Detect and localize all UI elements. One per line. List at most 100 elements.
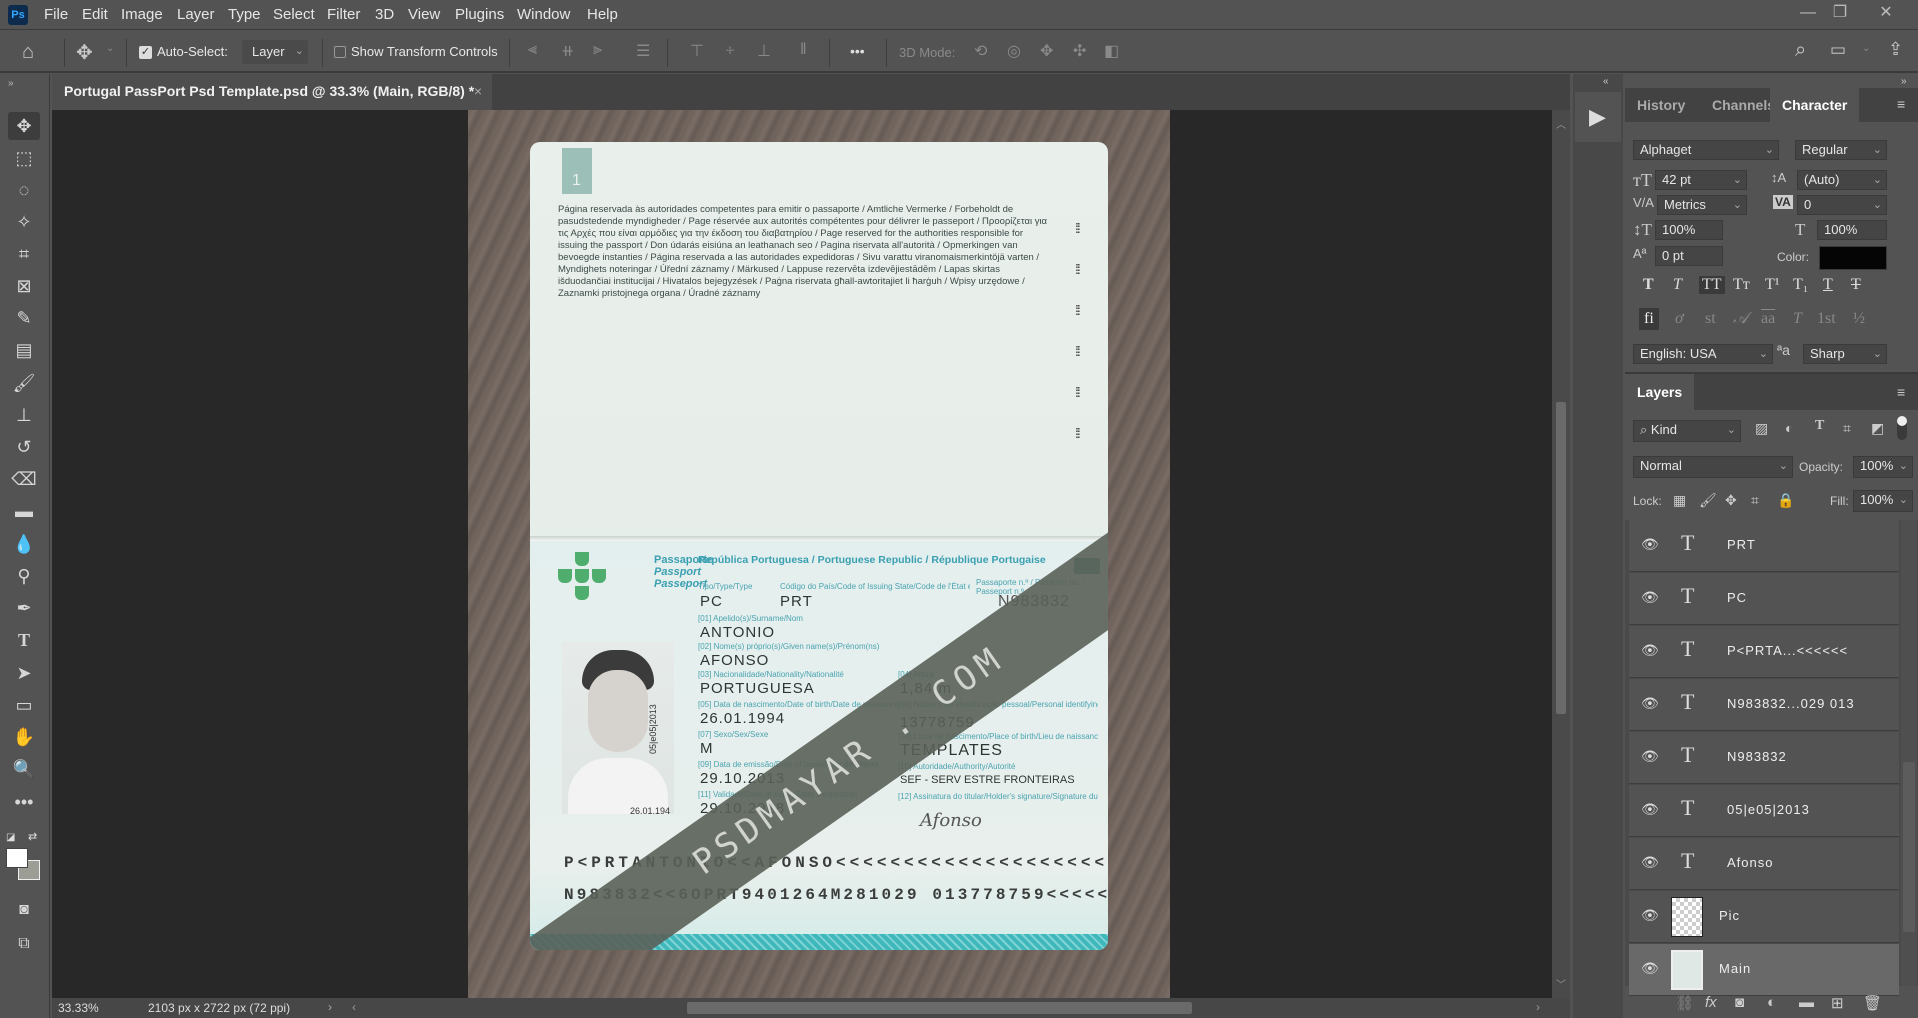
dodge-tool[interactable]: ⚲	[8, 562, 40, 590]
hand-tool[interactable]: ✋	[8, 723, 40, 751]
horizontal-scale-field[interactable]: 100%	[1817, 220, 1887, 240]
panel-menu-icon[interactable]: ≡	[1897, 96, 1905, 112]
font-family-dropdown[interactable]: Alphaget ⌄	[1633, 140, 1779, 160]
horizontal-scrollbar-thumb[interactable]	[687, 1002, 1192, 1014]
distribute-vertical-icon[interactable]: ‖	[800, 41, 807, 59]
history-brush-tool[interactable]: ↺	[8, 433, 40, 461]
swash-button[interactable]: 𝒜	[1733, 310, 1748, 328]
menu-image[interactable]: Image	[121, 6, 163, 23]
baseline-shift-field[interactable]: 0 pt	[1655, 246, 1723, 266]
font-size-field[interactable]: 42 pt ⌄	[1655, 170, 1747, 190]
visibility-eye-icon[interactable]: 👁	[1641, 960, 1659, 977]
path-selection-tool[interactable]: ➤	[8, 659, 40, 687]
small-caps-button[interactable]: Tт	[1733, 276, 1750, 294]
screen-mode-icon[interactable]: ⧉	[8, 930, 40, 958]
filter-smart-object-icon[interactable]: ◩	[1871, 420, 1884, 437]
status-menu-arrow[interactable]: ›	[328, 1000, 332, 1014]
font-style-dropdown[interactable]: Regular ⌄	[1795, 140, 1887, 160]
clone-stamp-tool[interactable]: ⊥	[8, 401, 40, 429]
vertical-scrollbar[interactable]: ︿ ﹀	[1552, 110, 1570, 998]
menu-layer[interactable]: Layer	[177, 6, 215, 23]
filter-pixel-icon[interactable]: ▨	[1755, 420, 1768, 437]
scroll-down-icon[interactable]: ﹀	[1556, 976, 1566, 991]
layer-row[interactable]: 👁 T P<PRTA...<<<<<<	[1629, 626, 1899, 678]
edit-toolbar-button[interactable]: •••	[8, 788, 40, 816]
crop-tool[interactable]: ⌗	[8, 240, 40, 268]
tracking-field[interactable]: 0 ⌄	[1797, 195, 1887, 215]
layer-row[interactable]: 👁 T Afonso	[1629, 838, 1899, 890]
layer-row[interactable]: 👁 T PRT	[1629, 520, 1899, 572]
text-color-swatch[interactable]	[1819, 246, 1887, 270]
menu-select[interactable]: Select	[273, 6, 315, 23]
strikethrough-button[interactable]: T	[1851, 276, 1861, 294]
menu-help[interactable]: Help	[587, 6, 618, 23]
home-icon[interactable]: ⌂	[22, 41, 34, 64]
zoom-level[interactable]: 33.33%	[58, 1001, 99, 1015]
document-tab[interactable]: Portugal PassPort Psd Template.psd @ 33.…	[52, 74, 492, 110]
filter-type-icon[interactable]: T	[1815, 418, 1824, 434]
discretionary-ligature-button[interactable]: ơ	[1675, 310, 1684, 328]
tab-character[interactable]: Character	[1770, 88, 1860, 122]
minimize-button[interactable]: —	[1790, 0, 1826, 26]
menu-edit[interactable]: Edit	[82, 6, 108, 23]
auto-select-checkbox[interactable]: ✓	[139, 46, 152, 59]
frame-tool[interactable]: ⊠	[8, 272, 40, 300]
subscript-button[interactable]: T₁	[1793, 276, 1808, 294]
search-icon[interactable]: ⌕	[1795, 39, 1806, 62]
pen-tool[interactable]: ✒	[8, 594, 40, 622]
antialias-dropdown[interactable]: Sharp ⌄	[1803, 344, 1887, 364]
underline-button[interactable]: T	[1823, 276, 1833, 294]
kerning-field[interactable]: Metrics ⌄	[1657, 195, 1747, 215]
close-tab-icon[interactable]: ×	[474, 74, 482, 108]
filter-shape-icon[interactable]: ⌗	[1843, 420, 1851, 437]
3d-roll-icon[interactable]: ◎	[1007, 41, 1021, 61]
collapse-icon[interactable]: «	[1603, 76, 1609, 87]
swap-colors-icon[interactable]: ⇄	[28, 830, 37, 843]
align-top-icon[interactable]: ⊤	[690, 41, 704, 61]
visibility-eye-icon[interactable]: 👁	[1641, 801, 1659, 818]
3d-camera-icon[interactable]: ◧	[1104, 41, 1119, 61]
visibility-eye-icon[interactable]: 👁	[1641, 642, 1659, 659]
all-caps-button[interactable]: TT	[1699, 276, 1725, 294]
brush-tool[interactable]: 🖌	[8, 369, 40, 397]
faux-bold-button[interactable]: T	[1643, 276, 1654, 294]
layer-row-selected[interactable]: 👁 Main	[1629, 944, 1899, 996]
chevron-down-icon[interactable]: ⌄	[106, 43, 114, 54]
align-right-icon[interactable]: ⫸	[593, 41, 602, 59]
distribute-icon[interactable]: ☰	[636, 41, 650, 61]
marquee-tool[interactable]: ⬚	[8, 144, 40, 172]
move-tool-icon[interactable]: ✥	[76, 40, 93, 65]
rectangle-tool[interactable]: ▭	[8, 691, 40, 719]
default-colors-icon[interactable]: ◪	[6, 832, 15, 843]
gradient-tool[interactable]: ▬	[8, 497, 40, 525]
stylistic-ligature-button[interactable]: st	[1705, 310, 1716, 328]
eyedropper-tool[interactable]: ✎	[8, 304, 40, 332]
layer-filter-dropdown[interactable]: ⌕ Kind ⌄	[1633, 420, 1741, 442]
layer-row[interactable]: 👁 T 05|e05|2013	[1629, 785, 1899, 837]
3d-orbit-icon[interactable]: ⟲	[974, 41, 987, 61]
blend-mode-dropdown[interactable]: Normal ⌄	[1633, 456, 1793, 478]
visibility-eye-icon[interactable]: 👁	[1641, 536, 1659, 553]
new-group-icon[interactable]: ▬	[1799, 994, 1814, 1011]
delete-layer-icon[interactable]: 🗑	[1863, 994, 1882, 1012]
visibility-eye-icon[interactable]: 👁	[1641, 907, 1659, 924]
menu-filter[interactable]: Filter	[327, 6, 360, 23]
eraser-tool[interactable]: ⌫	[8, 465, 40, 493]
more-options-button[interactable]: •••	[850, 43, 865, 59]
chevron-down-icon[interactable]: ⌄	[1862, 43, 1870, 54]
3d-slide-icon[interactable]: ✣	[1073, 41, 1086, 61]
blur-tool[interactable]: 💧	[8, 530, 40, 558]
scroll-right-icon[interactable]: ›	[1536, 1000, 1540, 1014]
lock-all-icon[interactable]: 🔒	[1777, 492, 1794, 509]
fill-field[interactable]: 100% ⌄	[1853, 490, 1913, 512]
tab-history[interactable]: History	[1625, 88, 1697, 122]
move-tool[interactable]: ✥	[8, 112, 40, 140]
magic-wand-tool[interactable]: ✧	[8, 208, 40, 236]
visibility-eye-icon[interactable]: 👁	[1641, 589, 1659, 606]
menu-plugins[interactable]: Plugins	[455, 6, 504, 23]
align-left-icon[interactable]: ⫷	[528, 41, 537, 59]
adjustment-layer-icon[interactable]: ◐	[1767, 994, 1776, 1011]
new-layer-icon[interactable]: ⊞	[1831, 994, 1844, 1012]
quick-mask-icon[interactable]: ◙	[8, 896, 40, 924]
fx-icon[interactable]: fx	[1705, 994, 1717, 1011]
